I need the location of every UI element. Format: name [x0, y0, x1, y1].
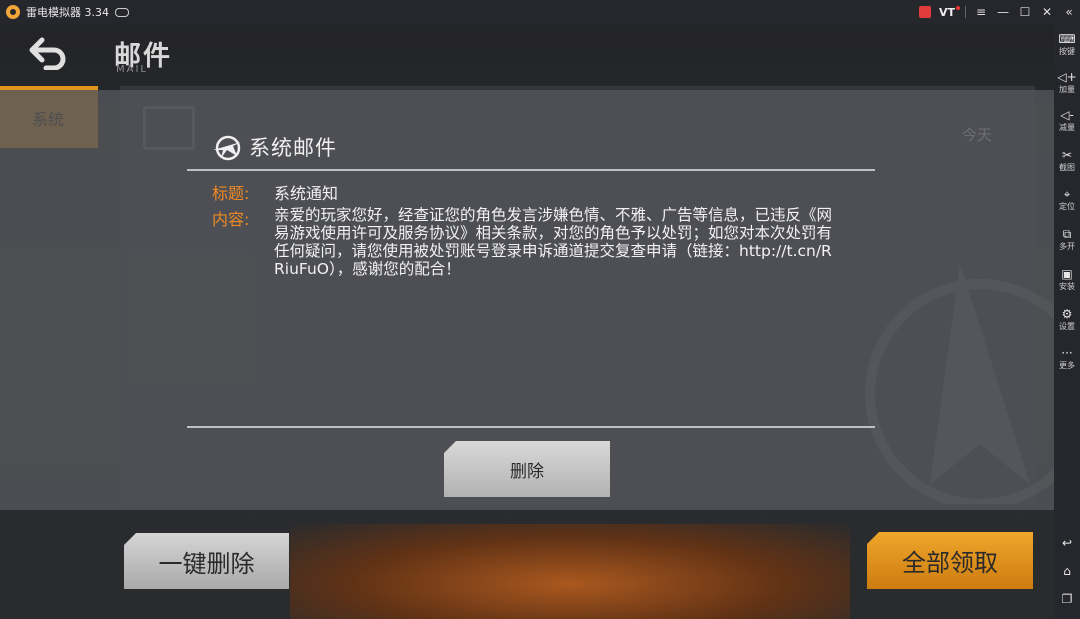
apk-install-icon: ▣: [1061, 267, 1073, 281]
nav-recent[interactable]: ❐: [1054, 592, 1080, 606]
delete-all-button[interactable]: 一键删除: [124, 533, 289, 589]
sidebar-item-multi-instance[interactable]: ⧉ 多开: [1054, 227, 1080, 252]
sidebar-item-volume-up[interactable]: ◁+ 加量: [1054, 70, 1080, 95]
recent-apps-icon: ❐: [1061, 592, 1073, 606]
claim-all-button[interactable]: 全部领取: [867, 532, 1033, 589]
sidebar-item-settings[interactable]: ⚙ 设置: [1054, 307, 1080, 332]
divider-bottom: [187, 426, 875, 428]
separator: [965, 6, 966, 18]
keyboard-icon: ⌨: [1058, 32, 1076, 46]
sidebar-item-screenshot[interactable]: ✂ 截图: [1054, 148, 1080, 173]
gamepad-icon[interactable]: [115, 7, 129, 17]
vt-badge[interactable]: VT: [939, 5, 961, 19]
sidebar-item-location[interactable]: ⌖ 定位: [1054, 187, 1080, 212]
close-icon[interactable]: ✕: [1036, 0, 1058, 24]
gear-icon: ⚙: [1061, 307, 1073, 321]
dialog-title: 系统邮件: [249, 136, 337, 160]
volume-up-icon: ◁+: [1057, 70, 1077, 84]
location-pin-icon: ⌖: [1063, 187, 1071, 201]
minimize-icon[interactable]: —: [992, 0, 1014, 24]
game-logo-icon: [213, 135, 241, 161]
more-dots-icon: ···: [1061, 346, 1073, 360]
window-title: 雷电模拟器 3.34: [26, 6, 109, 19]
emulator-sidebar: ⌨ 按键 ◁+ 加量 ◁- 减量 ✂ 截图 ⌖ 定位 ⧉ 多开 ▣ 安装 ⚙ 设…: [1054, 24, 1080, 619]
sidebar-item-keymap[interactable]: ⌨ 按键: [1054, 32, 1080, 57]
content-label: 内容:: [212, 210, 250, 229]
delete-button[interactable]: 删除: [444, 441, 610, 497]
dialog-header: 系统邮件: [211, 131, 337, 163]
gift-icon[interactable]: [918, 6, 931, 18]
background-glow: [290, 524, 850, 619]
page-subtitle: MAIL: [116, 64, 148, 75]
menu-icon[interactable]: ≡: [970, 0, 992, 24]
maximize-icon[interactable]: ☐: [1014, 0, 1036, 24]
sidebar-item-install[interactable]: ▣ 安装: [1054, 267, 1080, 292]
subject-label: 标题:: [212, 184, 250, 203]
nav-back[interactable]: ↩: [1054, 536, 1080, 550]
content-text: 亲爱的玩家您好，经查证您的角色发言涉嫌色情、不雅、广告等信息，已违反《网易游戏使…: [274, 206, 833, 278]
divider-top: [187, 169, 875, 171]
collapse-sidebar-icon[interactable]: «: [1058, 0, 1080, 24]
back-icon: ↩: [1061, 536, 1073, 550]
subject-value: 系统通知: [274, 184, 339, 203]
scissors-icon: ✂: [1061, 148, 1073, 162]
sidebar-item-more[interactable]: ··· 更多: [1054, 346, 1080, 371]
nav-home[interactable]: ⌂: [1054, 564, 1080, 578]
volume-down-icon: ◁-: [1060, 108, 1074, 122]
sidebar-item-volume-down[interactable]: ◁- 减量: [1054, 108, 1080, 133]
multi-instance-icon: ⧉: [1062, 227, 1072, 241]
app-logo-icon: [6, 5, 20, 19]
home-icon: ⌂: [1063, 564, 1071, 578]
back-arrow-icon[interactable]: [28, 36, 68, 70]
emulator-title-bar: 雷电模拟器 3.34 VT ≡ — ☐ ✕ «: [0, 0, 1080, 24]
